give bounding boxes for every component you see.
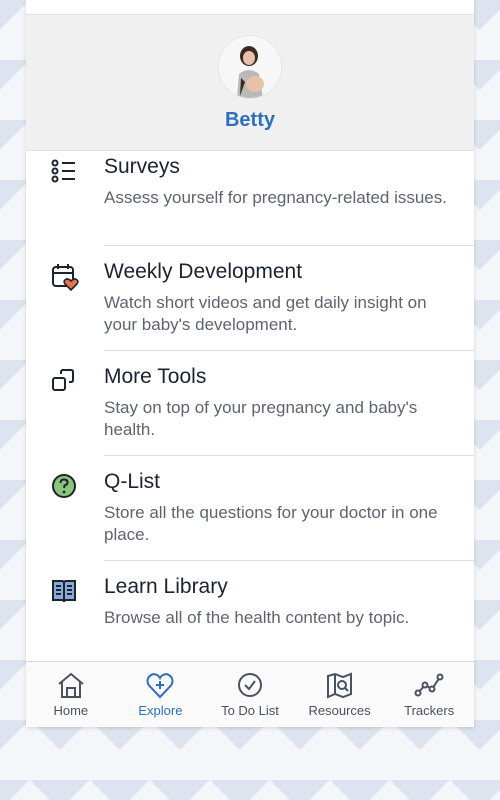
tools-icon xyxy=(50,367,80,456)
menu-item-description: Assess yourself for pregnancy-related is… xyxy=(104,188,447,207)
menu-item-title: Weekly Development xyxy=(104,260,303,283)
menu-item-weekly-development[interactable]: Weekly Development Watch short videos an… xyxy=(26,246,474,351)
menu-item-title: Surveys xyxy=(104,155,180,178)
menu-item-description: Store all the questions for your doctor … xyxy=(104,503,438,544)
nav-label: Home xyxy=(53,703,89,718)
calendar-heart-icon xyxy=(50,262,80,351)
question-icon xyxy=(50,472,80,561)
avatar[interactable] xyxy=(218,35,282,99)
menu-item-surveys[interactable]: Surveys Assess yourself for pregnancy-re… xyxy=(26,151,474,246)
home-icon xyxy=(58,672,84,698)
menu-item-title: More Tools xyxy=(104,365,207,388)
bottom-nav: Home Explore To Do List Resources Tracke… xyxy=(26,661,474,727)
menu-item-description: Browse all of the health content by topi… xyxy=(104,608,410,627)
nav-tab-to-do-list[interactable]: To Do List xyxy=(205,662,295,727)
menu-item-more-tools[interactable]: More Tools Stay on top of your pregnancy… xyxy=(26,351,474,456)
menu-item-description: Stay on top of your pregnancy and baby's… xyxy=(104,398,418,439)
nav-tab-explore[interactable]: Explore xyxy=(116,662,206,727)
list-icon xyxy=(50,157,80,246)
check-circle-icon xyxy=(237,673,262,697)
nav-label: To Do List xyxy=(221,703,279,718)
top-strip xyxy=(26,0,474,15)
nav-label: Explore xyxy=(138,703,183,718)
nav-label: Resources xyxy=(308,703,371,718)
menu-item-title: Learn Library xyxy=(104,575,228,598)
heart-plus-icon xyxy=(146,673,174,699)
menu-item-q-list[interactable]: Q-List Store all the questions for your … xyxy=(26,456,474,561)
profile-header: Betty xyxy=(26,15,474,151)
menu-item-learn-library[interactable]: Learn Library Browse all of the health c… xyxy=(26,561,474,666)
menu-item-title: Q-List xyxy=(104,470,161,493)
explore-menu: Surveys Assess yourself for pregnancy-re… xyxy=(26,151,474,666)
nav-tab-trackers[interactable]: Trackers xyxy=(384,662,474,727)
menu-item-description: Watch short videos and get daily insight… xyxy=(104,293,427,334)
trend-icon xyxy=(414,673,444,697)
book-icon xyxy=(50,577,80,666)
nav-tab-resources[interactable]: Resources xyxy=(295,662,385,727)
map-search-icon xyxy=(326,672,352,699)
nav-label: Trackers xyxy=(404,703,455,718)
nav-tab-home[interactable]: Home xyxy=(26,662,116,727)
explore-panel: Betty Surveys Assess yourself for pregna… xyxy=(26,0,474,727)
user-name[interactable]: Betty xyxy=(225,109,275,132)
